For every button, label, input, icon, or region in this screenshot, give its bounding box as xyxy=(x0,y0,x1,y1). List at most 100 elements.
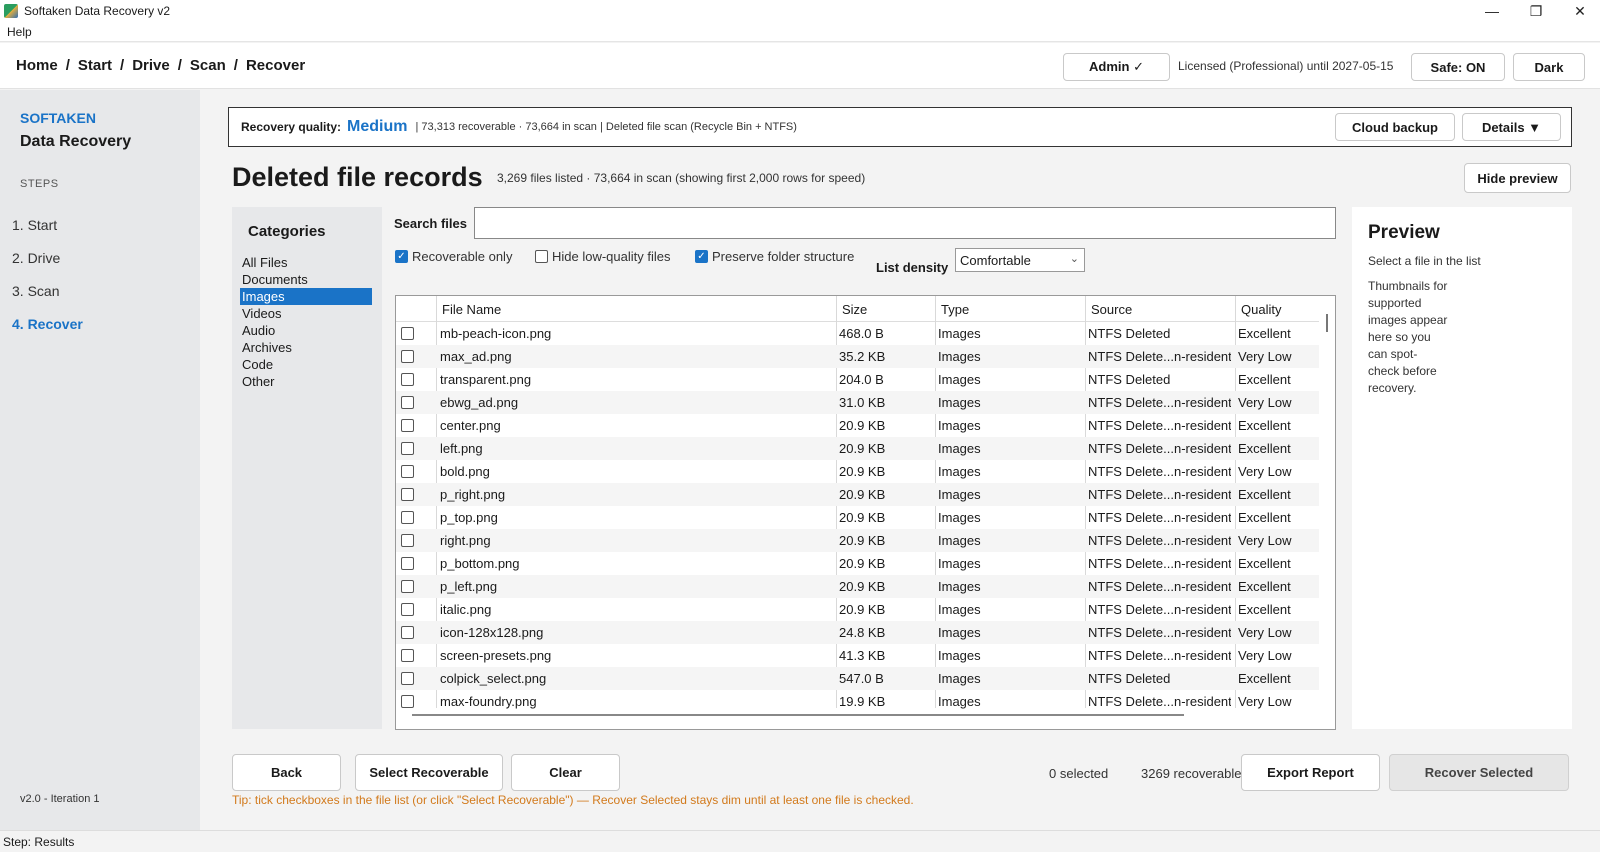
close-icon[interactable]: ✕ xyxy=(1558,0,1600,22)
vertical-scrollbar[interactable] xyxy=(1319,296,1335,712)
table-row[interactable]: center.png 20.9 KB Images NTFS Delete...n-r… xyxy=(396,414,1320,437)
cloud-backup-button[interactable]: Cloud backup xyxy=(1335,113,1455,141)
table-row[interactable]: max-foundry.png 19.9 KB Images NTFS Delete.… xyxy=(396,690,1320,713)
row-checkbox[interactable] xyxy=(401,373,414,386)
back-button[interactable]: Back xyxy=(232,754,341,791)
cell-file-name: transparent.png xyxy=(440,372,532,387)
cell-source: NTFS Delete...n-resident) xyxy=(1088,487,1231,502)
category-images[interactable]: Images xyxy=(240,288,372,305)
menu-help[interactable]: Help xyxy=(7,25,32,39)
hide-preview-button[interactable]: Hide preview xyxy=(1464,163,1571,193)
table-row[interactable]: bold.png 20.9 KB Images NTFS Delete...n-res… xyxy=(396,460,1320,483)
select-recoverable-button[interactable]: Select Recoverable xyxy=(355,754,503,791)
hide-low-quality-option[interactable]: Hide low-quality files xyxy=(535,249,671,264)
step-recover[interactable]: 4. Recover xyxy=(12,316,83,332)
cell-type: Images xyxy=(938,602,981,617)
row-checkbox[interactable] xyxy=(401,488,414,501)
table-row[interactable]: screen-presets.png 41.3 KB Images NTFS Dele… xyxy=(396,644,1320,667)
minimize-icon[interactable]: — xyxy=(1470,0,1514,22)
row-checkbox[interactable] xyxy=(401,649,414,662)
clear-button[interactable]: Clear xyxy=(511,754,620,791)
breadcrumb-home[interactable]: Home xyxy=(16,57,58,74)
column-size[interactable]: Size xyxy=(842,302,867,317)
table-row[interactable]: p_bottom.png 20.9 KB Images NTFS Delete...n… xyxy=(396,552,1320,575)
category-code[interactable]: Code xyxy=(240,356,372,373)
table-row[interactable]: ebwg_ad.png 31.0 KB Images NTFS Delete...n-… xyxy=(396,391,1320,414)
row-checkbox[interactable] xyxy=(401,350,414,363)
recoverable-only-checkbox[interactable]: ✓ xyxy=(395,250,408,263)
safe-mode-button[interactable]: Safe: ON xyxy=(1411,53,1505,81)
cell-source: NTFS Delete...n-resident) xyxy=(1088,625,1231,640)
row-checkbox[interactable] xyxy=(401,557,414,570)
column-file-name[interactable]: File Name xyxy=(442,302,501,317)
maximize-icon[interactable]: ❐ xyxy=(1514,0,1558,22)
step-start[interactable]: 1. Start xyxy=(12,217,57,233)
preserve-folder-option[interactable]: ✓ Preserve folder structure xyxy=(695,249,854,264)
search-label: Search files xyxy=(394,216,467,231)
row-checkbox[interactable] xyxy=(401,396,414,409)
cell-type: Images xyxy=(938,556,981,571)
breadcrumb-start[interactable]: Start xyxy=(78,57,112,74)
hide-low-quality-checkbox[interactable] xyxy=(535,250,548,263)
cell-size: 35.2 KB xyxy=(839,349,886,364)
table-row[interactable]: p_left.png 20.9 KB Images NTFS Delete...n-r… xyxy=(396,575,1320,598)
row-checkbox[interactable] xyxy=(401,626,414,639)
table-row[interactable]: italic.png 20.9 KB Images NTFS Delete...n-r… xyxy=(396,598,1320,621)
table-row[interactable]: icon-128x128.png 24.8 KB Images NTFS Delete… xyxy=(396,621,1320,644)
row-checkbox[interactable] xyxy=(401,580,414,593)
table-row[interactable]: left.png 20.9 KB Images NTFS Delete...n-res… xyxy=(396,437,1320,460)
search-input[interactable] xyxy=(474,207,1336,239)
table-row[interactable]: max_ad.png 35.2 KB Images NTFS Delete...n-r… xyxy=(396,345,1320,368)
scrollbar-thumb[interactable] xyxy=(1326,314,1328,332)
breadcrumb-scan[interactable]: Scan xyxy=(190,57,226,74)
table-row[interactable]: colpick_select.png 547.0 B Images NTFS Dele… xyxy=(396,667,1320,690)
row-checkbox[interactable] xyxy=(401,603,414,616)
column-quality[interactable]: Quality xyxy=(1241,302,1281,317)
row-checkbox[interactable] xyxy=(401,419,414,432)
list-density-select[interactable]: Comfortable ⌄ xyxy=(955,248,1085,272)
steps-heading: STEPS xyxy=(20,178,59,190)
row-checkbox[interactable] xyxy=(401,695,414,708)
version-label: v2.0 - Iteration 1 xyxy=(20,793,100,805)
breadcrumb-drive[interactable]: Drive xyxy=(132,57,170,74)
cell-quality: Excellent xyxy=(1238,671,1291,686)
row-checkbox[interactable] xyxy=(401,672,414,685)
recoverable-only-option[interactable]: ✓ Recoverable only xyxy=(395,249,512,264)
theme-toggle-button[interactable]: Dark xyxy=(1513,53,1585,81)
preview-heading: Preview xyxy=(1368,222,1440,243)
table-row[interactable]: right.png 20.9 KB Images NTFS Delete...n-re… xyxy=(396,529,1320,552)
cell-quality: Very Low xyxy=(1238,349,1292,364)
row-checkbox[interactable] xyxy=(401,442,414,455)
table-row[interactable]: p_top.png 20.9 KB Images NTFS Delete...n-re… xyxy=(396,506,1320,529)
category-all-files[interactable]: All Files xyxy=(240,254,372,271)
table-row[interactable]: transparent.png 204.0 B Images NTFS Deleted… xyxy=(396,368,1320,391)
cell-source: NTFS Delete...n-resident) xyxy=(1088,694,1231,709)
preserve-folder-checkbox[interactable]: ✓ xyxy=(695,250,708,263)
row-checkbox[interactable] xyxy=(401,327,414,340)
recover-selected-button[interactable]: Recover Selected xyxy=(1389,754,1569,791)
table-row[interactable]: p_right.png 20.9 KB Images NTFS Delete...n-… xyxy=(396,483,1320,506)
cell-type: Images xyxy=(938,349,981,364)
step-drive[interactable]: 2. Drive xyxy=(12,250,60,266)
row-checkbox[interactable] xyxy=(401,511,414,524)
column-type[interactable]: Type xyxy=(941,302,969,317)
category-archives[interactable]: Archives xyxy=(240,339,372,356)
cell-size: 19.9 KB xyxy=(839,694,886,709)
column-source[interactable]: Source xyxy=(1091,302,1132,317)
category-documents[interactable]: Documents xyxy=(240,271,372,288)
category-videos[interactable]: Videos xyxy=(240,305,372,322)
category-audio[interactable]: Audio xyxy=(240,322,372,339)
admin-button[interactable]: Admin ✓ xyxy=(1063,53,1170,81)
table-row[interactable]: mb-peach-icon.png 468.0 B Images NTFS Delet… xyxy=(396,322,1320,345)
details-dropdown-button[interactable]: Details ▼ xyxy=(1462,113,1561,141)
selected-count: 0 selected xyxy=(1049,766,1109,781)
export-report-button[interactable]: Export Report xyxy=(1241,754,1380,791)
row-checkbox[interactable] xyxy=(401,465,414,478)
step-scan[interactable]: 3. Scan xyxy=(12,283,59,299)
horizontal-scrollbar[interactable] xyxy=(412,714,1184,716)
cell-size: 41.3 KB xyxy=(839,648,886,663)
category-other[interactable]: Other xyxy=(240,373,372,390)
row-checkbox[interactable] xyxy=(401,534,414,547)
breadcrumb-recover[interactable]: Recover xyxy=(246,57,305,74)
quality-summary: | 73,313 recoverable · 73,664 in scan | … xyxy=(415,121,797,133)
